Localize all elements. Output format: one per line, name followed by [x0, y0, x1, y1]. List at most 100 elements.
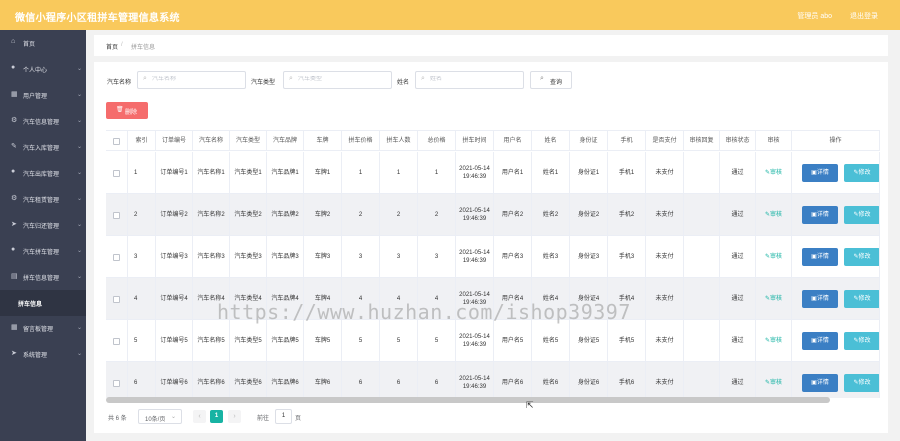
table-cell: 2021-05-14 19:46:39: [456, 152, 494, 194]
select-all-checkbox[interactable]: [106, 131, 128, 151]
checkbox-box: [113, 337, 120, 345]
edit-button-label: 修改: [858, 212, 871, 218]
sidebar-item-13[interactable]: ➤ 系统管理 ⌄: [0, 341, 86, 367]
edit-button[interactable]: ✎ 修改: [844, 164, 879, 182]
column-header: 汽车名称: [193, 131, 230, 151]
current-user[interactable]: 管理员 abo: [797, 11, 832, 21]
page-size-select[interactable]: 10条/页 ⌄: [138, 409, 182, 424]
car-type-field[interactable]: ⌕: [283, 71, 392, 89]
table-cell: 1: [128, 152, 156, 194]
horizontal-scrollbar[interactable]: [106, 397, 830, 403]
goto-page-suffix: 页: [295, 416, 302, 422]
table-cell: 姓名2: [532, 194, 570, 236]
action-cell: ▣ 详情 ✎ 修改: [792, 362, 880, 398]
table-cell: 汽车名称5: [193, 320, 230, 362]
row-checkbox[interactable]: [106, 194, 128, 236]
page-number-button[interactable]: 1: [210, 410, 223, 423]
table-cell: 4: [128, 278, 156, 320]
edit-button[interactable]: ✎ 修改: [844, 248, 879, 266]
search-icon: ⌕: [540, 75, 544, 82]
delete-button[interactable]: 🗑 删除: [106, 102, 148, 119]
table-cell: 身份证3: [570, 236, 608, 278]
detail-button[interactable]: ▣ 详情: [802, 248, 838, 266]
goto-page-input[interactable]: 1: [275, 409, 292, 424]
audit-link[interactable]: ✎ 审核: [756, 362, 792, 398]
edit-button-label: 修改: [858, 380, 871, 386]
user-icon: ●: [11, 64, 16, 71]
grid-icon: ▦: [11, 91, 18, 98]
table-cell: 5: [342, 320, 380, 362]
sidebar-item-2[interactable]: ● 个人中心 ⌄: [0, 56, 86, 82]
sidebar-item-6[interactable]: ● 汽车出库管理 ⌄: [0, 160, 86, 186]
sidebar-item-7[interactable]: ⚙ 汽车租赁管理 ⌄: [0, 186, 86, 212]
audit-link[interactable]: ✎ 审核: [756, 320, 792, 362]
car-name-field[interactable]: ⌕: [137, 71, 246, 89]
sidebar-item-12[interactable]: ▦ 留言板管理 ⌄: [0, 315, 86, 341]
sidebar-item-5[interactable]: ✎ 汽车入库管理 ⌄: [0, 134, 86, 160]
sidebar-item-10[interactable]: ▤ 拼车信息管理 ⌄: [0, 264, 86, 290]
sidebar-item-label: 拼车信息管理: [23, 276, 60, 282]
table-cell: 2021-05-14 19:46:39: [456, 236, 494, 278]
table-cell: [684, 194, 720, 236]
next-page-button[interactable]: ›: [228, 410, 241, 423]
table-cell: 手机5: [608, 320, 646, 362]
row-checkbox[interactable]: [106, 236, 128, 278]
detail-button[interactable]: ▣ 详情: [802, 164, 838, 182]
detail-button[interactable]: ▣ 详情: [802, 290, 838, 308]
audit-link-label: 审核: [770, 254, 783, 260]
sidebar-item-9[interactable]: ● 汽车拼车管理 ⌄: [0, 238, 86, 264]
audit-link[interactable]: ✎ 审核: [756, 278, 792, 320]
column-header: 车牌: [304, 131, 342, 151]
table-cell: 未支付: [646, 236, 684, 278]
car-type-label: 汽车类型: [251, 80, 276, 86]
sidebar-subitem-active[interactable]: 拼车信息: [0, 290, 86, 316]
edit-button-label: 修改: [858, 170, 871, 176]
column-header: 身份证: [570, 131, 608, 151]
table-cell: 汽车名称3: [193, 236, 230, 278]
prev-page-button[interactable]: ‹: [193, 410, 206, 423]
breadcrumb-home[interactable]: 首页: [106, 42, 118, 51]
table-cell: 通过: [720, 194, 756, 236]
detail-button[interactable]: ▣ 详情: [802, 206, 838, 224]
logout-link[interactable]: 退出登录: [850, 11, 878, 21]
table-cell: [684, 152, 720, 194]
chevron-down-icon: ⌄: [77, 196, 83, 202]
table-cell: 汽车品牌6: [267, 362, 304, 398]
audit-link[interactable]: ✎ 审核: [756, 236, 792, 278]
sidebar: ⌂ 首页 ● 个人中心 ⌄ ▦ 用户管理 ⌄ ⚙ 汽车信息管理 ⌄ ✎ 汽车入库管理 ⌄ ● 汽车出库管理 ⌄ ⚙…: [0, 30, 86, 441]
table-cell: 未支付: [646, 320, 684, 362]
gear-icon: ⚙: [11, 117, 18, 124]
name-input[interactable]: [430, 76, 510, 82]
sidebar-item-4[interactable]: ⚙ 汽车信息管理 ⌄: [0, 108, 86, 134]
row-checkbox[interactable]: [106, 278, 128, 320]
table-cell: 未支付: [646, 194, 684, 236]
sidebar-item-label: 系统管理: [23, 353, 48, 359]
column-header: 审核回复: [684, 131, 720, 151]
chevron-down-icon: ⌄: [77, 274, 83, 280]
query-button[interactable]: ⌕ 查询: [530, 71, 572, 89]
sidebar-item-1[interactable]: ⌂ 首页: [0, 30, 86, 56]
row-checkbox[interactable]: [106, 362, 128, 398]
row-checkbox[interactable]: [106, 152, 128, 194]
table-header: 索引 订单编号 汽车名称 汽车类型 汽车品牌 车牌 拼车价格 拼车人数 总价格 拼车时间 用户名 姓名…: [106, 131, 880, 151]
edit-button[interactable]: ✎ 修改: [844, 290, 879, 308]
table-cell: 3: [418, 236, 456, 278]
edit-button[interactable]: ✎ 修改: [844, 332, 879, 350]
table-cell: 1: [418, 152, 456, 194]
sidebar-item-label: 首页: [23, 42, 36, 48]
edit-button[interactable]: ✎ 修改: [844, 206, 879, 224]
audit-link[interactable]: ✎ 审核: [756, 152, 792, 194]
detail-button-label: 详情: [816, 380, 829, 386]
edit-button[interactable]: ✎ 修改: [844, 374, 879, 392]
audit-link[interactable]: ✎ 审核: [756, 194, 792, 236]
car-type-input[interactable]: [298, 76, 378, 82]
car-name-input[interactable]: [152, 76, 232, 82]
search-icon: ⌕: [421, 75, 425, 82]
name-field[interactable]: ⌕: [415, 71, 524, 89]
table-cell: 2021-05-14 19:46:39: [456, 194, 494, 236]
detail-button[interactable]: ▣ 详情: [802, 332, 838, 350]
sidebar-item-8[interactable]: ➤ 汽车归还管理 ⌄: [0, 212, 86, 238]
sidebar-item-3[interactable]: ▦ 用户管理 ⌄: [0, 82, 86, 108]
detail-button[interactable]: ▣ 详情: [802, 374, 838, 392]
row-checkbox[interactable]: [106, 320, 128, 362]
